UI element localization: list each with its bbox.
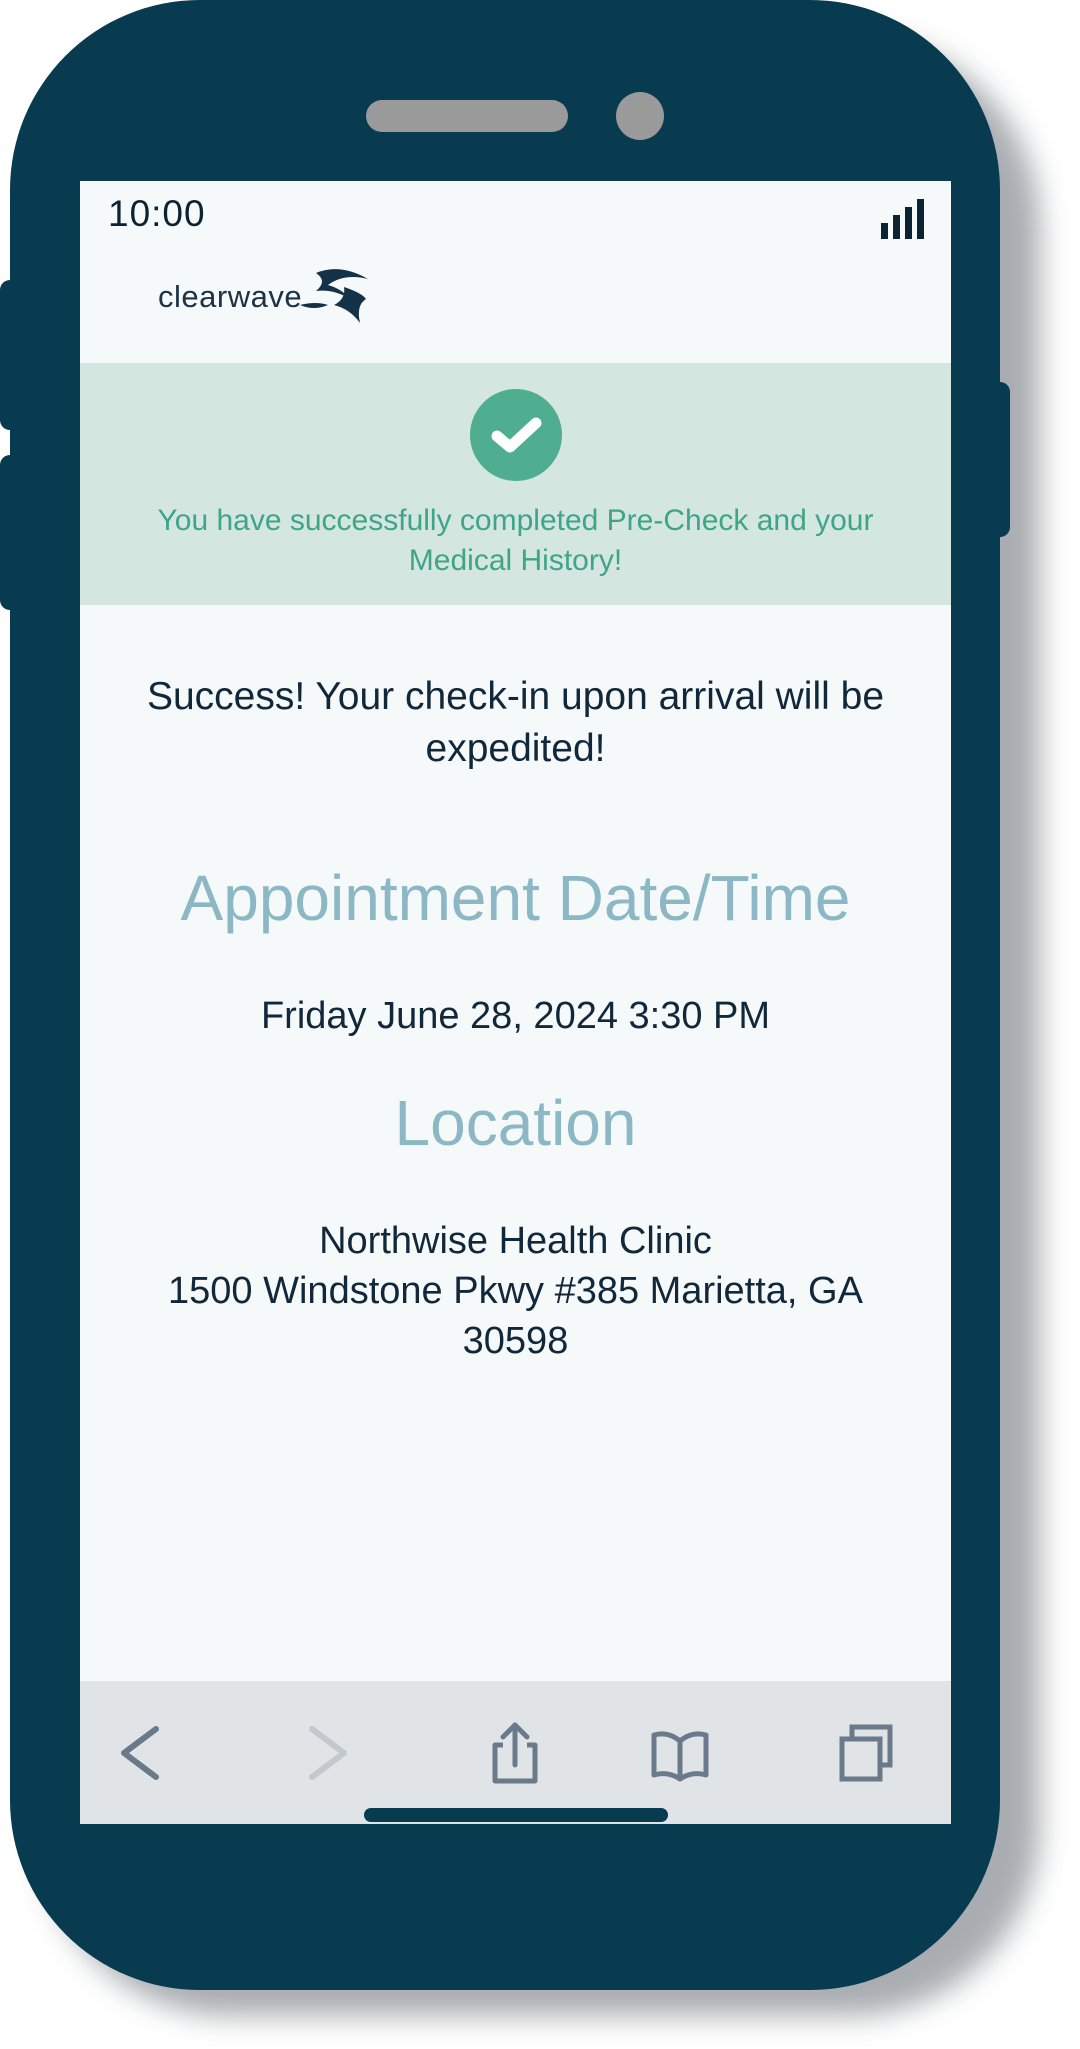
browser-toolbar	[80, 1681, 951, 1824]
banner-message: You have successfully completed Pre-Chec…	[157, 504, 874, 577]
status-time: 10:00	[108, 193, 206, 234]
location-details: Northwise Health Clinic 1500 Windstone P…	[100, 1216, 931, 1366]
location-postal-code: 30598	[462, 1320, 569, 1362]
forward-arrow-icon	[309, 1726, 347, 1780]
clearwave-logo-mark	[300, 269, 368, 323]
clearwave-logo[interactable]: clearwave	[158, 265, 378, 327]
appointment-datetime: Friday June 28, 2024 3:30 PM	[260, 995, 771, 1037]
home-indicator[interactable]	[364, 1808, 668, 1822]
tabs-icon[interactable]	[836, 1721, 896, 1785]
check-circle-icon	[470, 389, 562, 481]
back-arrow-icon[interactable]	[110, 1721, 170, 1785]
bookmarks-book-icon[interactable]	[650, 1721, 710, 1785]
success-message: Success! Your check-in upon arrival will…	[146, 675, 885, 770]
share-icon[interactable]	[485, 1721, 545, 1785]
location-heading: Location	[394, 1087, 637, 1159]
phone-camera	[616, 92, 664, 140]
location-name: Northwise Health Clinic	[319, 1220, 712, 1262]
phone-screen: 10:00 clearwave You have successfully co…	[80, 181, 951, 1824]
phone-frame: 10:00 clearwave You have successfully co…	[10, 0, 1000, 1990]
phone-speaker	[366, 100, 568, 132]
signal-bars-icon	[881, 199, 924, 239]
stage: 10:00 clearwave You have successfully co…	[0, 0, 1080, 2049]
location-address: 1500 Windstone Pkwy #385 Marietta, GA	[168, 1270, 863, 1312]
appointment-heading: Appointment Date/Time	[180, 862, 851, 934]
